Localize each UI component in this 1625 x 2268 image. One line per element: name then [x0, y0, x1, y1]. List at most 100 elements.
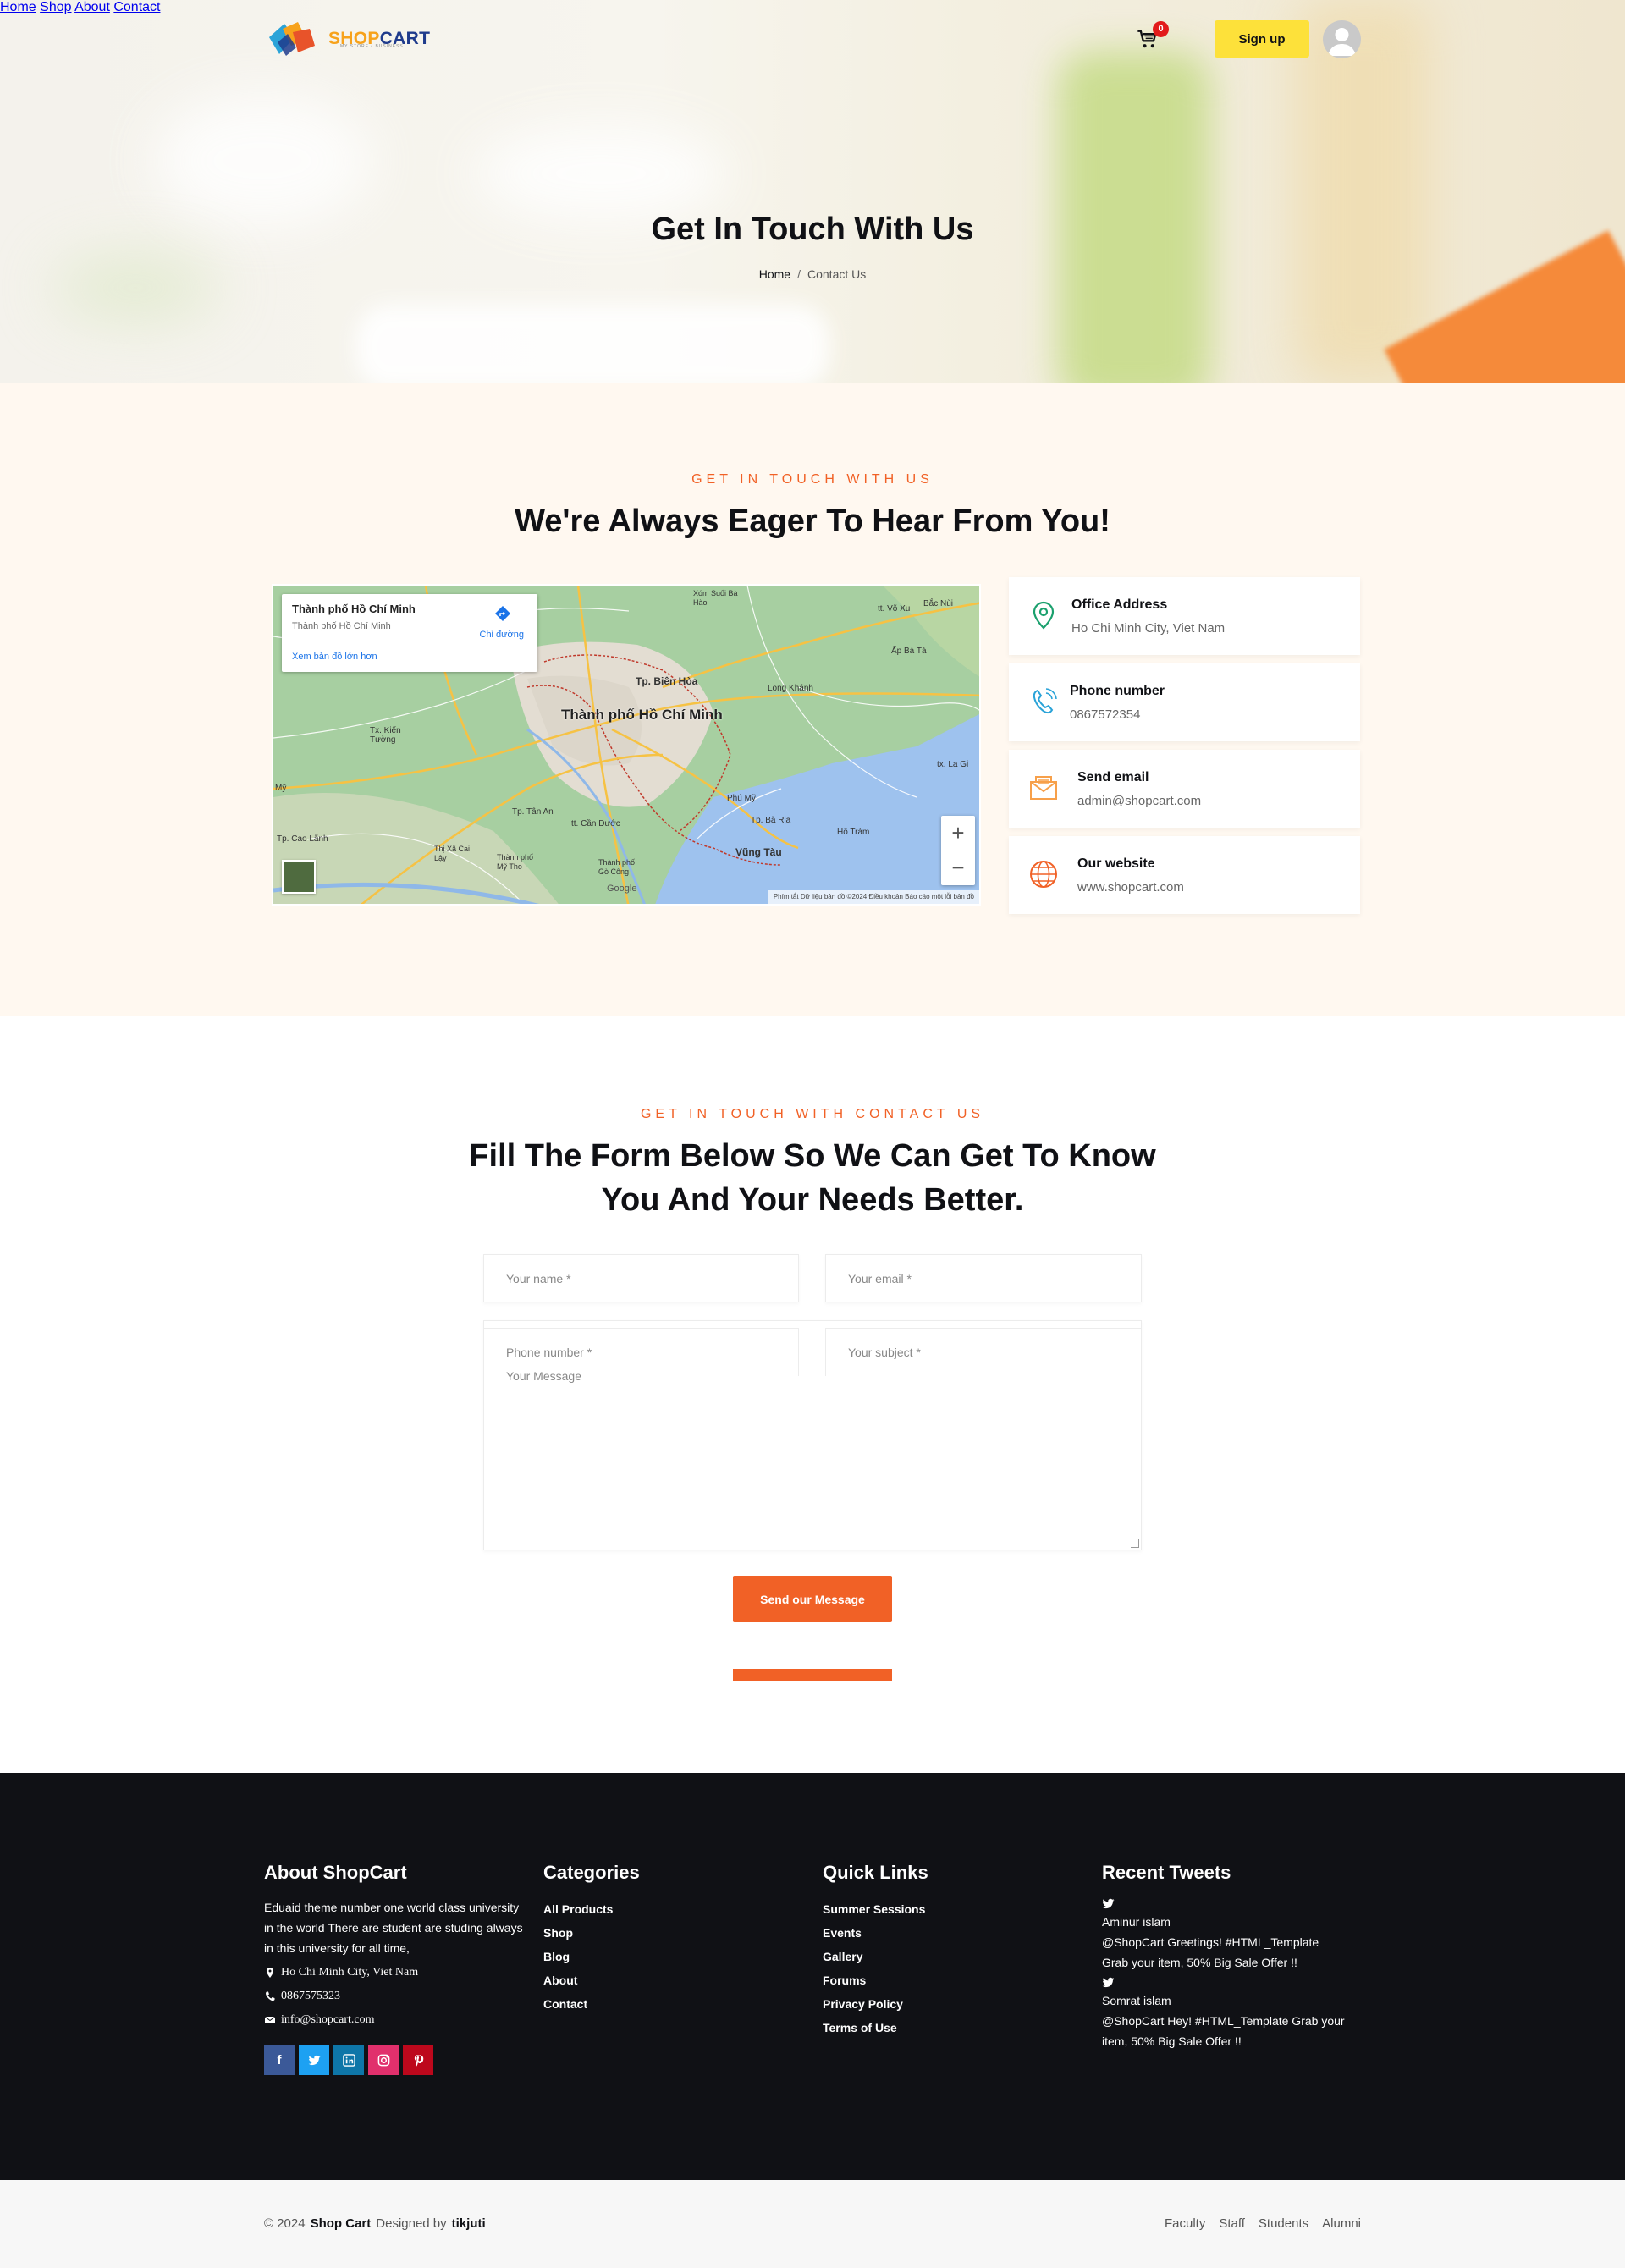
info-section-subtitle: GET IN TOUCH WITH US — [691, 472, 934, 487]
info-section-title: We're Always Eager To Hear From You! — [515, 504, 1110, 539]
nav-home[interactable]: Home — [0, 0, 36, 14]
footer-phone: 0867575323 — [264, 1986, 526, 2006]
copyright-brand[interactable]: Shop Cart — [311, 2216, 372, 2231]
tweet-item: Somrat islam @ShopCart Hey! #HTML_Templa… — [1102, 1976, 1347, 2051]
zoom-out-button[interactable]: − — [941, 850, 975, 885]
map-zoom-control: + − — [941, 816, 975, 885]
map-city-label: Thành phố Hồ Chí Minh — [561, 707, 723, 723]
linkedin-icon[interactable] — [333, 2045, 364, 2075]
map-label: Bắc Nùi — [923, 599, 954, 608]
twitter-icon[interactable] — [299, 2045, 329, 2075]
footer-link[interactable]: All Products — [543, 1897, 640, 1921]
email-input[interactable] — [825, 1254, 1142, 1302]
send-message-button[interactable]: Send our Message — [733, 1576, 892, 1622]
instagram-icon[interactable] — [368, 2045, 399, 2075]
breadcrumb-separator: / — [797, 267, 801, 281]
info-card-title: Phone number — [1070, 684, 1165, 698]
footer-link[interactable]: Events — [823, 1921, 928, 1945]
info-card-address: Office Address Ho Chi Minh City, Viet Na… — [1009, 577, 1360, 655]
nav-contact[interactable]: Contact — [113, 0, 160, 14]
footer-bottom-link[interactable]: Students — [1259, 2216, 1308, 2231]
footer-link[interactable]: Terms of Use — [823, 2016, 928, 2040]
envelope-icon — [1030, 776, 1057, 800]
pinterest-icon[interactable] — [403, 2045, 433, 2075]
form-title-line2: You And Your Needs Better. — [601, 1182, 1024, 1218]
view-larger-map-link[interactable]: Xem bản đồ lớn hơn — [292, 652, 377, 662]
twitter-icon — [1102, 1977, 1115, 1988]
logo-mark-icon — [269, 22, 315, 56]
subject-input[interactable] — [825, 1328, 1142, 1376]
footer-link[interactable]: About — [543, 1968, 640, 1992]
map-label: Vũng Tàu — [735, 846, 782, 858]
info-card-value: 0867572354 — [1070, 707, 1141, 722]
info-card-title: Our website — [1077, 856, 1155, 871]
map-label: Hồ Tràm — [837, 828, 870, 837]
map-marker-icon — [267, 1967, 273, 1978]
avatar[interactable] — [1323, 20, 1361, 58]
tweet-item: Aminur islam @ShopCart Greetings! #HTML_… — [1102, 1897, 1347, 1973]
phone-icon — [1033, 688, 1057, 714]
directions-link[interactable]: Chỉ đường — [480, 630, 525, 640]
facebook-icon[interactable]: f — [264, 2045, 295, 2075]
footer-link[interactable]: Gallery — [823, 1945, 928, 1968]
nav-about[interactable]: About — [74, 0, 110, 14]
site-header: SHOPCART MY STORE • BUSINESS Home Shop A… — [0, 0, 1625, 78]
map-label: Ấp Bà Tá — [891, 647, 927, 656]
map-label: Mỹ — [275, 784, 287, 793]
map-label: Thành phố Gò Công — [598, 858, 636, 876]
footer-link[interactable]: Forums — [823, 1968, 928, 1992]
signup-button[interactable]: Sign up — [1215, 20, 1309, 58]
form-title-line1: Fill The Form Below So We Can Get To Kno… — [469, 1138, 1156, 1174]
info-card-value[interactable]: www.shopcart.com — [1077, 880, 1184, 895]
footer-about-title: About ShopCart — [264, 1862, 407, 1883]
footer-bottom-link[interactable]: Faculty — [1165, 2216, 1205, 2231]
breadcrumb: Home / Contact Us — [0, 267, 1625, 281]
main-nav: Home Shop About Contact — [0, 0, 1625, 15]
map-place-card: Thành phố Hồ Chí Minh Thành phố Hồ Chí M… — [282, 594, 537, 672]
info-card-value: Ho Chi Minh City, Viet Nam — [1071, 621, 1226, 636]
footer-about: About ShopCart Eduaid theme number one w… — [264, 1862, 526, 2075]
decorative-bar — [733, 1669, 892, 1681]
breadcrumb-home[interactable]: Home — [759, 267, 790, 281]
cart-count-badge: 0 — [1153, 21, 1169, 37]
map-label: Xóm Suối Bà Hào — [693, 589, 738, 607]
logo[interactable]: SHOPCART MY STORE • BUSINESS — [267, 20, 430, 58]
footer-address-text: Ho Chi Minh City, Viet Nam — [281, 1965, 419, 1979]
satellite-toggle[interactable] — [282, 860, 316, 894]
nav-shop[interactable]: Shop — [40, 0, 71, 14]
map-label: tt. Cần Đước — [571, 819, 620, 828]
footer-tweets: Recent Tweets Aminur islam @ShopCart Gre… — [1102, 1862, 1347, 2051]
footer-link[interactable]: Privacy Policy — [823, 1992, 928, 2016]
footer-phone-text: 0867575323 — [281, 1989, 340, 2002]
site-footer — [0, 1773, 1625, 2180]
footer-categories-title: Categories — [543, 1862, 640, 1883]
map-label: Tp. Cao Lãnh — [277, 834, 328, 844]
copyright-year: © 2024 — [264, 2216, 306, 2231]
footer-categories: Categories All Products Shop Blog About … — [543, 1862, 640, 2016]
footer-about-text: Eduaid theme number one world class univ… — [264, 1901, 523, 1955]
google-map[interactable]: Thành phố Hồ Chí Minh Tp. Biên Hòa Long … — [272, 584, 981, 906]
footer-link[interactable]: Blog — [543, 1945, 640, 1968]
footer-address: Ho Chi Minh City, Viet Nam — [264, 1962, 526, 1982]
zoom-in-button[interactable]: + — [941, 816, 975, 850]
user-avatar-icon — [1328, 28, 1356, 56]
designer-link[interactable]: tikjuti — [452, 2216, 486, 2231]
map-label: tt. Võ Xu — [878, 604, 911, 614]
tweet-text: @ShopCart Greetings! #HTML_Template Grab… — [1102, 1935, 1319, 1969]
message-placeholder: Your Message — [506, 1369, 581, 1383]
footer-link[interactable]: Contact — [543, 1992, 640, 2016]
map-label: Phú Mỹ — [727, 794, 756, 803]
tweet-text: @ShopCart Hey! #HTML_Template Grab your … — [1102, 2014, 1345, 2048]
footer-bottom-link[interactable]: Alumni — [1322, 2216, 1361, 2231]
directions-icon[interactable] — [493, 604, 512, 623]
map-label: Tp. Bà Rịa — [751, 816, 791, 825]
copyright-bar: © 2024 Shop Cart Designed by tikjuti Facult… — [0, 2180, 1625, 2268]
name-input[interactable] — [483, 1254, 799, 1302]
footer-quick-links: Quick Links Summer Sessions Events Galle… — [823, 1862, 928, 2040]
info-card-website: Our website www.shopcart.com — [1009, 836, 1360, 914]
footer-link[interactable]: Summer Sessions — [823, 1897, 928, 1921]
resize-handle[interactable] — [1131, 1539, 1139, 1548]
footer-link[interactable]: Shop — [543, 1921, 640, 1945]
map-label: Long Khánh — [768, 684, 813, 693]
footer-bottom-link[interactable]: Staff — [1219, 2216, 1245, 2231]
